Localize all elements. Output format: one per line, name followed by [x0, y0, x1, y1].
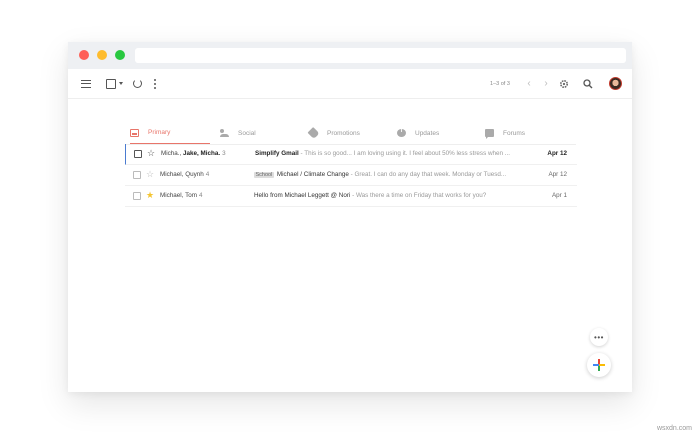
star-icon[interactable]: ☆ [147, 148, 155, 158]
more-options-icon[interactable] [150, 69, 160, 98]
email-content: Hello from Michael Leggett @ Nori - Was … [254, 192, 536, 199]
sender-name: Michael, Tom [160, 192, 197, 199]
forum-icon [485, 129, 494, 139]
email-date: Apr 12 [548, 171, 567, 178]
email-date: Apr 1 [551, 192, 567, 199]
title-bar [68, 42, 632, 69]
prev-page-icon[interactable]: ‹ [524, 69, 534, 98]
plus-icon [593, 364, 605, 366]
tab-primary[interactable]: Primary [130, 122, 210, 144]
chevron-down-icon[interactable] [118, 82, 123, 85]
search-icon[interactable] [582, 69, 594, 98]
sender: Michael, Quynh 4 [160, 171, 252, 178]
avatar[interactable] [608, 69, 622, 98]
email-row[interactable]: ★ Michael, Tom 4 Hello from Michael Legge… [125, 186, 577, 207]
sender-name: Michael, Quynh [160, 171, 204, 178]
close-window-button[interactable] [79, 50, 89, 60]
refresh-icon[interactable] [130, 69, 144, 98]
sender: Micha., Jake, Micha. 3 [161, 150, 253, 157]
sender: Michael, Tom 4 [160, 192, 252, 199]
minimize-window-button[interactable] [97, 50, 107, 60]
tab-label: Primary [148, 129, 171, 136]
select-all-checkbox[interactable] [104, 69, 124, 98]
email-list: ☆ Micha., Jake, Micha. 3 Simplify Gmail -… [125, 144, 577, 207]
email-snippet: - Was there a time on Friday that works … [350, 192, 487, 199]
inbox-icon [130, 128, 139, 137]
tab-promotions[interactable]: Promotions [307, 122, 389, 144]
tab-updates[interactable]: Updates [397, 122, 477, 144]
watermark: wsxdn.com [656, 425, 692, 432]
email-row[interactable]: ☆ Michael, Quynh 4 School Michael / Climat… [125, 165, 577, 186]
email-snippet: - This is so good... I am loving using i… [298, 150, 511, 157]
email-subject: Hello from Michael Leggett @ Nori [254, 192, 351, 199]
email-subject: Michael / Climate Change [276, 171, 349, 178]
category-tabs: Primary Social Promotions Updates Forums [126, 122, 576, 145]
label-chip[interactable]: School [254, 172, 274, 178]
star-icon[interactable]: ★ [146, 190, 154, 200]
tab-label: Forums [503, 129, 526, 137]
more-actions-button[interactable]: ••• [590, 328, 608, 346]
star-icon[interactable]: ☆ [146, 169, 154, 179]
compose-button[interactable] [587, 353, 611, 377]
address-bar[interactable] [135, 48, 626, 63]
tab-forums[interactable]: Forums [485, 122, 565, 144]
thread-count: 3 [222, 150, 226, 157]
email-subject: Simplify Gmail [255, 150, 299, 157]
sender-name: Micha., [161, 150, 182, 157]
browser-window: 1–3 of 3 ‹ › Primary Social Promotions U… [68, 42, 632, 392]
thread-count: 4 [205, 171, 210, 178]
email-content: School Michael / Climate Change - Great. … [254, 171, 536, 178]
mail-toolbar: 1–3 of 3 ‹ › [68, 69, 632, 99]
thread-count: 4 [198, 192, 203, 199]
email-row[interactable]: ☆ Micha., Jake, Micha. 3 Simplify Gmail -… [125, 144, 577, 165]
pagination-label: 1–3 of 3 [490, 80, 510, 87]
tab-label: Social [238, 129, 256, 137]
email-date: Apr 12 [547, 150, 567, 157]
people-icon [220, 129, 229, 137]
tab-social[interactable]: Social [220, 122, 300, 144]
row-checkbox[interactable] [134, 150, 142, 158]
sender-name-unread: Jake, Micha. [183, 150, 221, 157]
tab-label: Updates [415, 129, 440, 137]
email-snippet: - Great. I can do any day that week. Mon… [348, 171, 507, 178]
main-menu-icon[interactable] [78, 69, 94, 98]
gear-icon[interactable] [558, 69, 570, 98]
tag-icon [307, 126, 320, 140]
next-page-icon[interactable]: › [541, 69, 551, 98]
info-icon [397, 128, 406, 137]
row-checkbox[interactable] [133, 192, 141, 200]
row-checkbox[interactable] [133, 171, 141, 179]
tab-label: Promotions [327, 129, 360, 137]
maximize-window-button[interactable] [115, 50, 125, 60]
email-content: Simplify Gmail - This is so good... I am… [255, 150, 537, 157]
